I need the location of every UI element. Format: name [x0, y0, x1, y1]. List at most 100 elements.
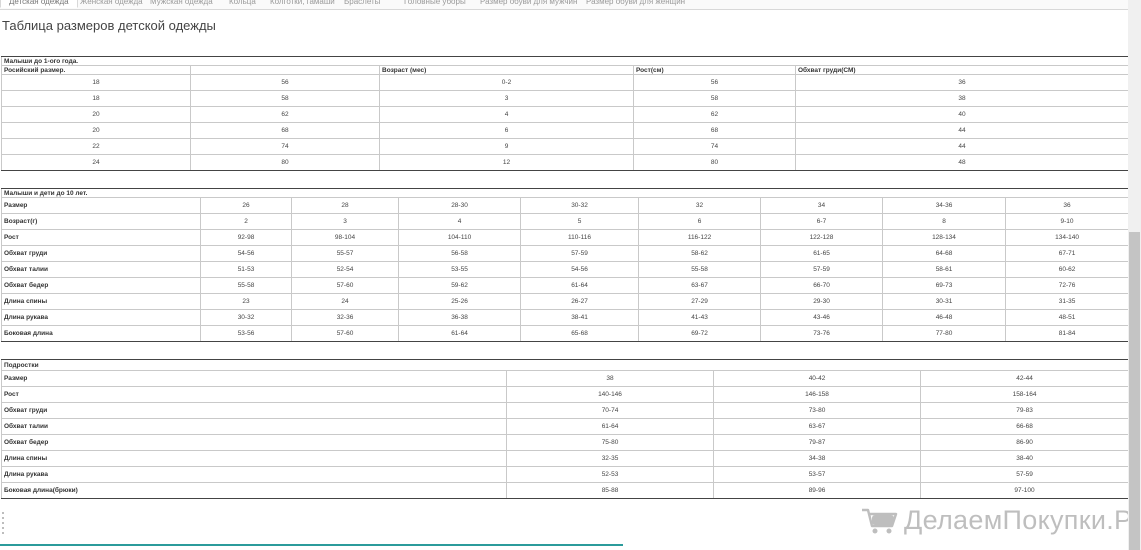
table-row: 18 56 0-2 56 36: [1, 74, 1130, 91]
table-caption-row: Подростки: [0, 359, 1130, 371]
table-cell: 79-83: [919, 402, 1130, 419]
page-title: Таблица размеров детской одежды: [2, 18, 216, 33]
tab-1[interactable]: Женская одежда: [72, 0, 151, 8]
tab-8[interactable]: Размер обуви для женщин: [578, 0, 693, 8]
table-cell: 56: [190, 74, 380, 91]
table-row: Размер 38 40-42 42-44: [1, 370, 1130, 387]
row-label: Обхват бедер: [1, 434, 507, 451]
table-cell: 4: [379, 106, 634, 123]
row-label: Длина рукава: [1, 466, 507, 483]
row-label: Обхват груди: [1, 402, 507, 419]
tab-4[interactable]: Колготки, гамаши: [262, 0, 343, 8]
table-cell: 48: [794, 154, 1130, 171]
column-header: Рост(см): [633, 65, 796, 75]
table-cell: 38: [506, 370, 714, 387]
tab-3[interactable]: Кольца: [221, 0, 264, 8]
row-label: Боковая длина(брюки): [1, 482, 507, 499]
table-header-row: Росийский размер. Возраст (мес) Рост(см) Об…: [1, 65, 1130, 75]
table-cell: 60-62: [1004, 261, 1130, 278]
table-cell: 81-84: [1004, 325, 1130, 342]
table-row: Длина рукава 52-53 53-57 57-59: [1, 466, 1130, 483]
row-label: Размер: [1, 197, 201, 214]
tab-7[interactable]: Размер обуви для мужчин: [472, 0, 585, 8]
table-cell: 110-116: [520, 229, 639, 246]
accent-divider: [0, 544, 623, 546]
table-cell: 29-30: [760, 293, 883, 310]
table-cell: 59-62: [398, 277, 521, 294]
table-cell: 122-128: [760, 229, 883, 246]
table-cell: 73-80: [713, 402, 921, 419]
table-caption: Малыши и дети до 10 лет.: [0, 188, 1130, 198]
table-cell: 68: [190, 122, 380, 139]
table-cell: 3: [291, 213, 399, 230]
teen-size-table: Подростки Размер 38 40-42 42-44 Рост 140-146 14…: [0, 359, 1130, 499]
table-cell: 57-60: [291, 325, 399, 342]
column-header: Росийский размер.: [1, 65, 191, 75]
table-row: Обхват бедер 55-58 57-60 59-62 61-64 63-67 66-…: [1, 277, 1130, 294]
table-cell: 57-59: [520, 245, 639, 262]
column-header: [190, 65, 380, 75]
table-cell: 73-76: [760, 325, 883, 342]
table-cell: 30-31: [882, 293, 1006, 310]
tab-bar: Детская одежда Женская одежда Мужская одеж…: [0, 0, 1128, 10]
table-cell: 53-55: [398, 261, 521, 278]
table-cell: 74: [633, 138, 796, 155]
infant-size-table: Малыши до 1-ого года. Росийский размер. Во…: [0, 56, 1130, 171]
table-cell: 36: [1004, 197, 1130, 214]
table-cell: 6: [638, 213, 761, 230]
table-cell: 44: [794, 138, 1130, 155]
table-cell: 58-62: [638, 245, 761, 262]
table-cell: 92-98: [200, 229, 292, 246]
table-row: Боковая длина(брюки) 85-88 89-96 97-100: [1, 482, 1130, 499]
table-cell: 52-54: [291, 261, 399, 278]
table-cell: 26: [200, 197, 292, 214]
row-label: Обхват бедер: [1, 277, 201, 294]
table-row: Рост 140-146 146-158 158-164: [1, 386, 1130, 403]
table-cell: 80: [633, 154, 796, 171]
table-cell: 30-32: [520, 197, 639, 214]
table-cell: 22: [1, 138, 191, 155]
tab-0[interactable]: Детская одежда: [0, 0, 78, 8]
table-cell: 9: [379, 138, 634, 155]
table-cell: 8: [882, 213, 1006, 230]
table-cell: 66-68: [919, 418, 1130, 435]
table-row: Боковая длина 53-56 57-60 61-64 65-68 69-72 73…: [1, 325, 1130, 342]
table-cell: 128-134: [882, 229, 1006, 246]
table-cell: 20: [1, 106, 191, 123]
table-cell: 24: [291, 293, 399, 310]
table-cell: 40: [794, 106, 1130, 123]
table-cell: 0-2: [379, 74, 634, 91]
scrollbar-thumb[interactable]: [1129, 232, 1140, 550]
table-cell: 31-35: [1004, 293, 1130, 310]
table-cell: 75-80: [506, 434, 714, 451]
table-cell: 5: [520, 213, 639, 230]
table-cell: 26-27: [520, 293, 639, 310]
table-cell: 70-74: [506, 402, 714, 419]
table-cell: 41-43: [638, 309, 761, 326]
table-cell: 146-158: [713, 386, 921, 403]
vertical-scrollbar[interactable]: [1128, 0, 1141, 550]
table-cell: 32-35: [506, 450, 714, 467]
table-cell: 65-68: [520, 325, 639, 342]
table-cell: 43-46: [760, 309, 883, 326]
table-cell: 2: [200, 213, 292, 230]
table-cell: 66-70: [760, 277, 883, 294]
tab-2[interactable]: Мужская одежда: [142, 0, 221, 8]
tab-6[interactable]: Головные уборы: [396, 0, 474, 8]
table-cell: 57-60: [291, 277, 399, 294]
table-cell: 85-88: [506, 482, 714, 499]
drag-handle-dots: [2, 512, 5, 537]
column-header: Обхват груди(СМ): [794, 65, 1130, 75]
table-cell: 55-58: [638, 261, 761, 278]
table-cell: 32-36: [291, 309, 399, 326]
table-cell: 36: [794, 74, 1130, 91]
table-cell: 20: [1, 122, 191, 139]
table-cell: 134-140: [1004, 229, 1130, 246]
table-cell: 3: [379, 90, 634, 107]
table-cell: 61-64: [398, 325, 521, 342]
table-cell: 98-104: [291, 229, 399, 246]
row-label: Возраст(г): [1, 213, 201, 230]
table-cell: 89-96: [713, 482, 921, 499]
table-cell: 116-122: [638, 229, 761, 246]
tab-5[interactable]: Браслеты: [336, 0, 388, 8]
